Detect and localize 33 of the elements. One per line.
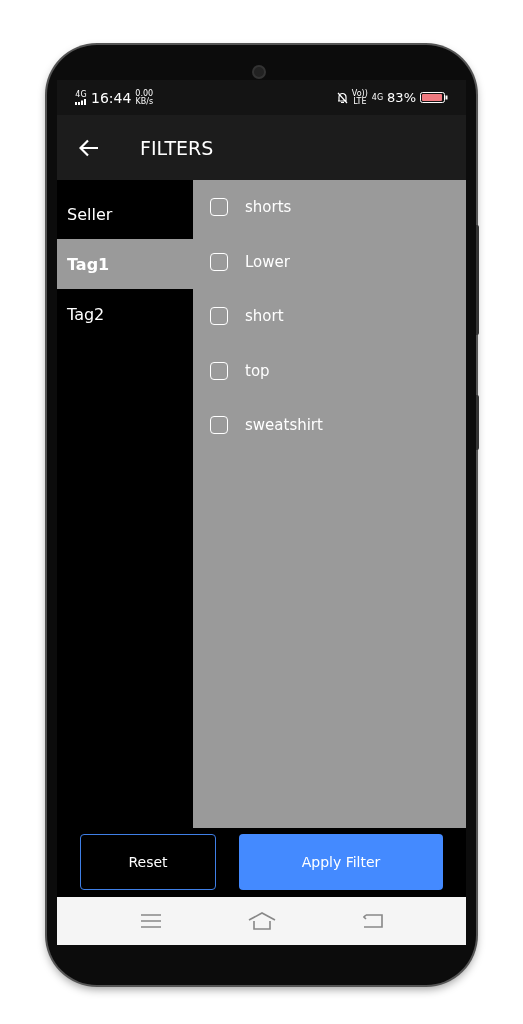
clock-time: 16:44 — [91, 89, 132, 106]
speed-value: 0.00 — [135, 89, 154, 98]
signal-icon — [75, 98, 87, 105]
option-label: short — [245, 307, 284, 326]
battery-percent: 83% — [387, 90, 416, 105]
option-label: top — [245, 361, 270, 380]
muted-bell-icon — [336, 91, 348, 104]
side-button[interactable] — [476, 395, 479, 450]
camera-lens — [252, 65, 266, 79]
lte-label: LTE — [353, 97, 367, 106]
volte-label: Vo)) — [351, 89, 368, 98]
back-arrow-icon — [79, 138, 99, 157]
checkbox[interactable] — [210, 198, 228, 217]
option-label: sweatshirt — [245, 416, 323, 435]
network-label: 4G — [371, 93, 384, 102]
network-label: 4G — [75, 90, 87, 99]
speed-unit: KB/s — [135, 97, 154, 106]
option-label: shorts — [245, 198, 292, 217]
checkbox[interactable] — [210, 252, 228, 271]
category-item[interactable]: Tag2 — [57, 289, 193, 339]
checkbox[interactable] — [210, 361, 228, 380]
menu-icon — [140, 914, 161, 928]
screen-title: FILTERS — [140, 136, 214, 159]
category-item[interactable]: Seller — [57, 189, 193, 239]
battery-icon — [420, 92, 448, 103]
home-icon — [247, 912, 276, 930]
home-button[interactable] — [247, 912, 276, 930]
option-label: Lower — [245, 252, 290, 271]
checkbox[interactable] — [210, 416, 228, 435]
checkbox[interactable] — [210, 307, 228, 326]
reset-button[interactable]: Reset — [80, 834, 216, 890]
menu-button[interactable] — [140, 914, 161, 928]
back-icon — [362, 914, 383, 928]
